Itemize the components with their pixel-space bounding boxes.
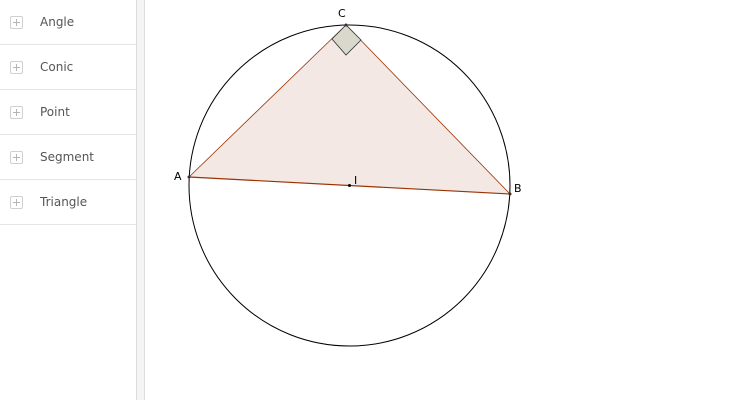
algebra-sidebar: Angle Conic Point Segment Triangle: [0, 0, 137, 400]
expand-plus-icon[interactable]: [10, 196, 23, 209]
label-point-i: I: [354, 174, 357, 187]
label-point-b: B: [514, 182, 522, 195]
sidebar-item-segment[interactable]: Segment: [0, 135, 136, 180]
expand-plus-icon[interactable]: [10, 106, 23, 119]
point-c[interactable]: [344, 23, 348, 27]
construction-canvas[interactable]: A B C I: [145, 0, 750, 400]
sidebar-item-label: Angle: [40, 15, 75, 29]
geometry-app: Angle Conic Point Segment Triangle A B C…: [0, 0, 750, 400]
point-a[interactable]: [187, 175, 191, 179]
sidebar-item-label: Segment: [40, 150, 94, 164]
sidebar-item-label: Point: [40, 105, 70, 119]
label-point-a: A: [174, 170, 182, 183]
sidebar-item-conic[interactable]: Conic: [0, 45, 136, 90]
sidebar-item-label: Conic: [40, 60, 74, 74]
point-b[interactable]: [508, 192, 512, 196]
graphics-view[interactable]: A B C I: [145, 0, 750, 400]
expand-plus-icon[interactable]: [10, 61, 23, 74]
point-i[interactable]: [348, 184, 351, 187]
sidebar-item-label: Triangle: [40, 195, 88, 209]
expand-plus-icon[interactable]: [10, 151, 23, 164]
label-point-c: C: [338, 7, 346, 20]
sidebar-item-point[interactable]: Point: [0, 90, 136, 135]
sidebar-item-angle[interactable]: Angle: [0, 0, 136, 45]
panel-splitter[interactable]: [137, 0, 145, 400]
expand-plus-icon[interactable]: [10, 16, 23, 29]
sidebar-item-triangle[interactable]: Triangle: [0, 180, 136, 225]
